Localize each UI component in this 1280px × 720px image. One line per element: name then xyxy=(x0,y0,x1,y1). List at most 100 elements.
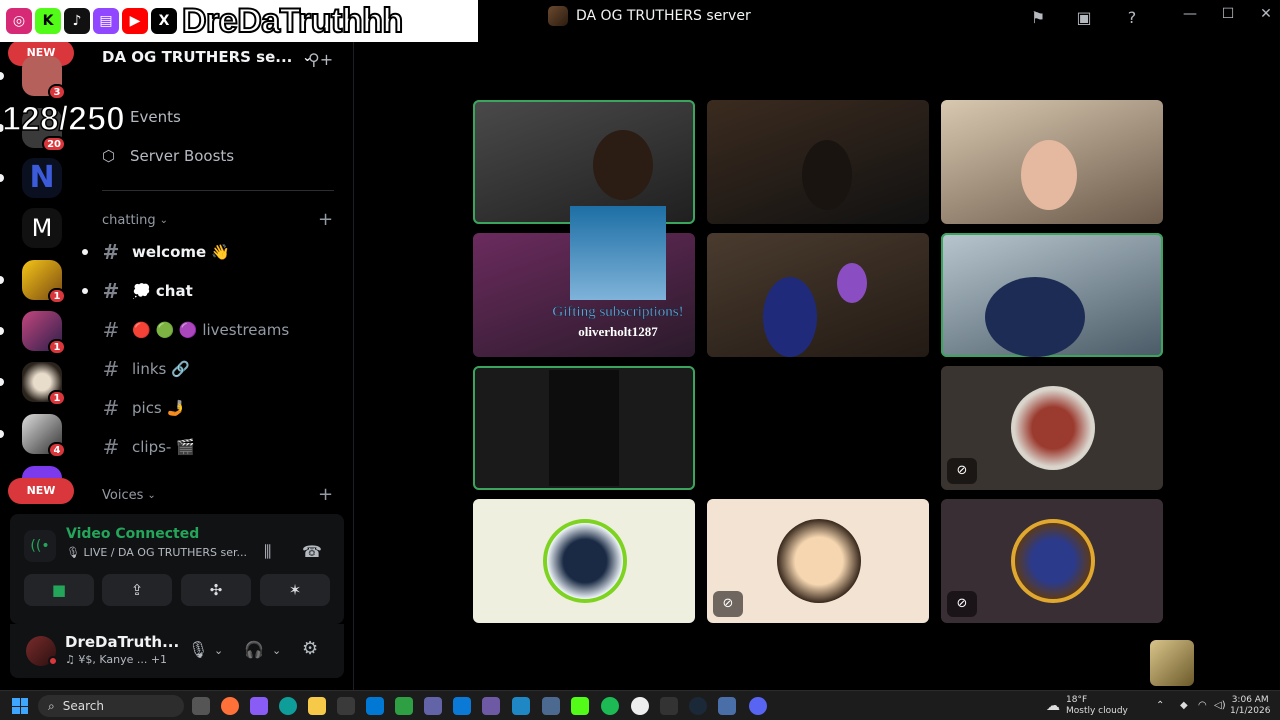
voice-channel[interactable]: 🎙 LIVE / DA OG TRUTHERS ser... xyxy=(66,546,247,559)
task-view-icon[interactable] xyxy=(192,697,210,715)
video-tile-11[interactable]: ⊘ xyxy=(941,499,1163,623)
channel-livestreams[interactable]: # 🔴 🟢 🟣 livestreams xyxy=(102,316,332,344)
video-tile-3[interactable] xyxy=(941,100,1163,224)
spotify-icon[interactable] xyxy=(601,697,619,715)
goal-counter: 128/250 xyxy=(1,99,125,139)
copilot-icon[interactable] xyxy=(250,697,268,715)
events-label: Events xyxy=(130,108,181,126)
participant-avatar xyxy=(1011,519,1095,603)
participant-avatar xyxy=(777,519,861,603)
edge-icon[interactable] xyxy=(279,697,297,715)
gear-icon[interactable]: ⚙ xyxy=(302,638,318,659)
app-icon[interactable] xyxy=(512,697,530,715)
video-tile-10[interactable]: ⊘ xyxy=(707,499,929,623)
maximize-button[interactable]: ☐ xyxy=(1216,6,1240,26)
soundboard-icon: ✶ xyxy=(288,581,302,599)
channel-pics[interactable]: # pics 🤳 xyxy=(102,394,332,422)
category-voices[interactable]: Voices ⌄ xyxy=(102,488,156,503)
flag-icon[interactable]: ⚑ xyxy=(1027,6,1049,28)
speaker-icon[interactable]: ◁) xyxy=(1214,700,1226,711)
invite-member-icon[interactable]: ⚲+ xyxy=(308,50,333,69)
unread-pill xyxy=(0,276,4,284)
server-icon-4[interactable]: 1 xyxy=(22,311,66,355)
category-chatting[interactable]: chatting ⌄ xyxy=(102,213,168,228)
kick-app-icon[interactable] xyxy=(571,697,589,715)
app-icon[interactable] xyxy=(482,697,500,715)
video-tile-6[interactable] xyxy=(941,233,1163,357)
chevron-down-icon[interactable]: ⌄ xyxy=(272,644,281,657)
voice-status[interactable]: Video Connected xyxy=(66,526,199,542)
chevron-down-icon[interactable]: ⌄ xyxy=(214,644,223,657)
stream-overlay-banner: ◎ K ♪ ▤ ▶ X DreDaTruthhh xyxy=(0,0,478,42)
x-icon: X xyxy=(151,8,177,34)
server-boosts-item[interactable]: ⬡ Server Boosts xyxy=(102,147,234,165)
server-icon-3[interactable]: 1 xyxy=(22,260,66,304)
obs-icon[interactable] xyxy=(631,697,649,715)
teams-icon[interactable] xyxy=(424,697,442,715)
wifi-icon[interactable]: ◠ xyxy=(1198,700,1207,711)
disconnect-icon[interactable]: ☎ xyxy=(302,542,322,561)
headphones-icon[interactable]: 🎧 xyxy=(244,640,264,659)
windows-start-icon[interactable] xyxy=(12,698,28,714)
participant-avatar xyxy=(543,519,627,603)
instagram-icon: ◎ xyxy=(6,8,32,34)
server-name-header[interactable]: DA OG TRUTHERS se... ⌄ xyxy=(102,48,312,66)
create-channel-icon[interactable]: + xyxy=(318,209,333,230)
activities-button[interactable]: ✣ xyxy=(181,574,251,606)
xbox-icon[interactable] xyxy=(395,697,413,715)
screen-share-button[interactable]: ⇪ xyxy=(102,574,172,606)
channel-clips[interactable]: # clips- 🎬 xyxy=(102,433,332,461)
server-icon-n[interactable]: N xyxy=(22,158,62,198)
server-icon-partial[interactable] xyxy=(22,466,62,478)
participant-video xyxy=(985,277,1085,357)
chevron-up-icon[interactable]: ⌃ xyxy=(1156,700,1164,711)
microphone-icon[interactable]: 🎙 xyxy=(188,640,208,659)
app-icon[interactable] xyxy=(718,697,736,715)
weather-icon: ☁ xyxy=(1046,698,1060,714)
help-icon[interactable]: ? xyxy=(1121,6,1143,28)
unread-dot xyxy=(82,288,88,294)
chevron-down-icon: ⌄ xyxy=(147,490,156,501)
camera-off-icon: ⊘ xyxy=(947,591,977,617)
minimize-button[interactable]: — xyxy=(1178,6,1202,26)
channel-links[interactable]: # links 🔗 xyxy=(102,355,332,383)
app-icon[interactable] xyxy=(453,697,471,715)
channel-welcome[interactable]: # welcome 👋 xyxy=(82,238,332,266)
server-icon-1[interactable]: 3 xyxy=(22,56,66,100)
steam-icon[interactable] xyxy=(689,697,707,715)
hash-icon: # xyxy=(102,279,120,303)
discord-icon[interactable] xyxy=(749,697,767,715)
soundboard-button[interactable]: ✶ xyxy=(260,574,330,606)
video-tile-5[interactable] xyxy=(707,233,929,357)
firefox-icon[interactable] xyxy=(221,697,239,715)
mention-badge: 4 xyxy=(48,442,66,458)
close-button[interactable]: ✕ xyxy=(1254,6,1278,26)
video-tile-7[interactable] xyxy=(473,366,695,490)
server-icon-5[interactable]: 1 xyxy=(22,362,66,406)
window-title: DA OG TRUTHERS server xyxy=(548,6,751,26)
taskbar-search[interactable]: ⌕ Search xyxy=(38,695,184,717)
tray-app-icon[interactable]: ◆ xyxy=(1180,700,1188,711)
camera-button[interactable]: ■ xyxy=(24,574,94,606)
boost-icon: ⬡ xyxy=(102,147,116,165)
video-tile-2[interactable] xyxy=(707,100,929,224)
signal-icon: ((• xyxy=(24,530,56,562)
channel-chat[interactable]: # 💭 chat xyxy=(82,277,332,305)
username[interactable]: DreDaTruth... xyxy=(65,633,179,651)
outlook-icon[interactable] xyxy=(366,697,384,715)
create-channel-icon[interactable]: + xyxy=(318,484,333,505)
clock[interactable]: 3:06 AM 1/1/2026 xyxy=(1230,695,1270,717)
server-icon-squad[interactable]: 4 xyxy=(22,414,66,458)
taskbar: ⌕ Search ☁ 18°F Mostly cloudy ⌃ ◆ ◠ ◁) 3… xyxy=(0,690,1280,720)
app-icon[interactable] xyxy=(337,697,355,715)
video-tile-8[interactable]: ⊘ xyxy=(941,366,1163,490)
file-explorer-icon[interactable] xyxy=(308,697,326,715)
noise-suppression-icon[interactable]: ⫼ xyxy=(264,542,271,562)
weather-widget[interactable]: ☁ 18°F Mostly cloudy xyxy=(1046,695,1128,717)
epic-games-icon[interactable] xyxy=(660,697,678,715)
server-icon-m[interactable]: M xyxy=(22,208,62,248)
camera-off-icon: ⊘ xyxy=(713,591,743,617)
inbox-icon[interactable]: ▣ xyxy=(1073,6,1095,28)
photos-icon[interactable] xyxy=(542,697,560,715)
video-tile-9[interactable] xyxy=(473,499,695,623)
